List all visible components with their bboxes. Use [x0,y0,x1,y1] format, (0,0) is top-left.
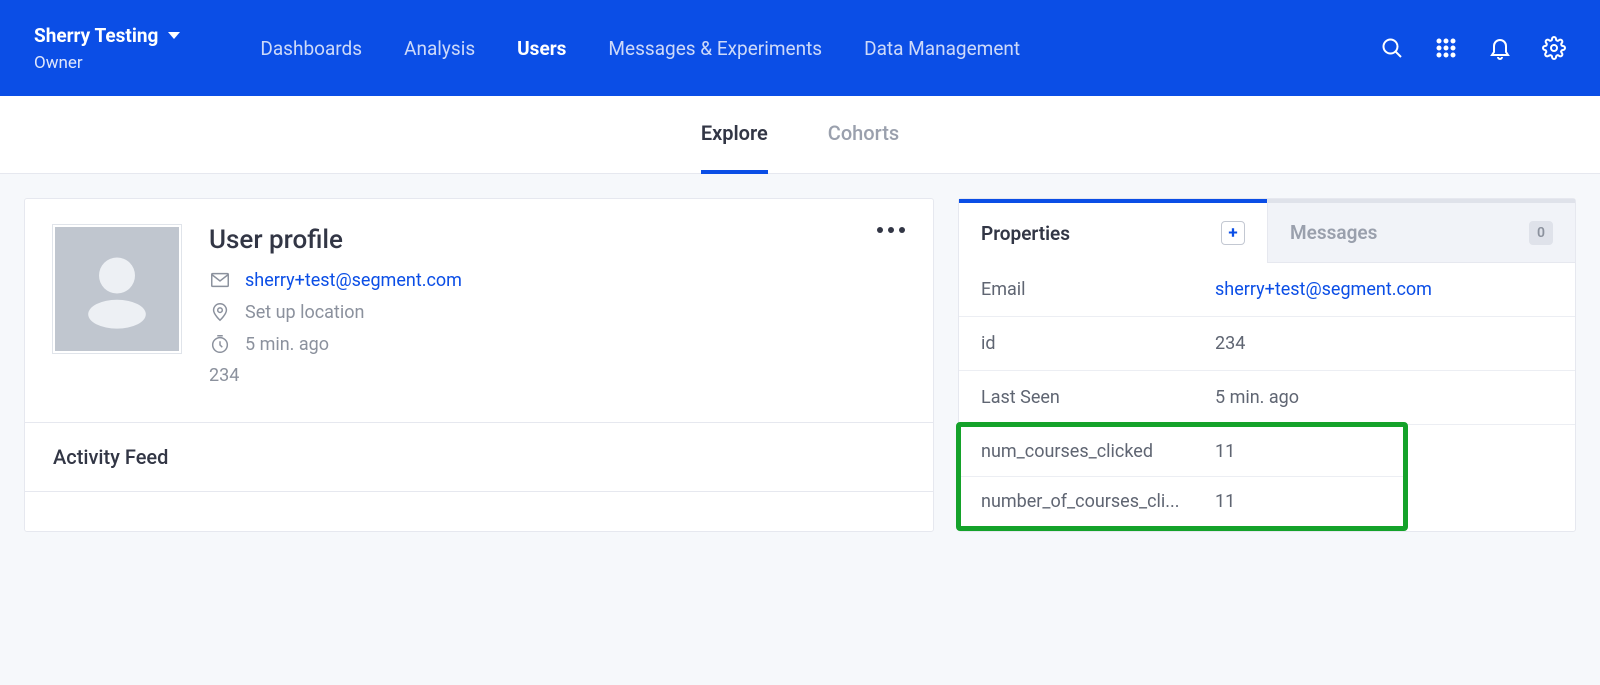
property-row: Email sherry+test@segment.com [959,263,1575,317]
property-key: number_of_courses_cli... [981,491,1215,512]
property-row: id 234 [959,317,1575,371]
nav-data-management[interactable]: Data Management [864,37,1020,60]
property-key: Email [981,279,1215,300]
profile-last-seen: 5 min. ago [245,334,329,355]
sub-tabs: Explore Cohorts [0,96,1600,174]
nav-users[interactable]: Users [517,37,566,60]
properties-panel: Properties + Messages 0 Email sherry+tes… [958,198,1576,532]
property-value: 11 [1215,441,1235,462]
panel-tab-messages[interactable]: Messages 0 [1267,199,1575,263]
caret-down-icon [168,32,180,39]
top-nav: Sherry Testing Owner Dashboards Analysis… [0,0,1600,96]
property-value[interactable]: sherry+test@segment.com [1215,279,1432,300]
nav-messages-experiments[interactable]: Messages & Experiments [608,37,822,60]
nav-dashboards[interactable]: Dashboards [260,37,362,60]
add-property-button[interactable]: + [1221,221,1245,245]
search-icon[interactable] [1380,36,1404,60]
profile-email[interactable]: sherry+test@segment.com [245,270,462,291]
location-icon [209,301,231,323]
property-value: 5 min. ago [1215,387,1299,408]
clock-icon [209,333,231,355]
profile-title: User profile [209,225,905,255]
tab-explore[interactable]: Explore [701,96,768,174]
profile-location[interactable]: Set up location [245,302,364,323]
org-name: Sherry Testing [34,24,158,47]
activity-feed-heading: Activity Feed [25,423,933,492]
property-row: Last Seen 5 min. ago [959,371,1575,425]
user-header: User profile sherry+test@segment.com Set… [25,199,933,423]
org-role: Owner [34,53,180,73]
org-switcher[interactable]: Sherry Testing Owner [34,24,180,73]
panel-tab-properties-label: Properties [981,222,1070,245]
panel-tab-properties[interactable]: Properties + [959,199,1267,263]
property-value: 234 [1215,333,1245,354]
messages-count-badge: 0 [1529,221,1553,245]
user-profile-card: User profile sherry+test@segment.com Set… [24,198,934,532]
apps-grid-icon[interactable] [1434,36,1458,60]
property-key: Last Seen [981,387,1215,408]
nav-analysis[interactable]: Analysis [404,37,475,60]
property-row: number_of_courses_cli... 11 [961,477,1403,526]
avatar [53,225,181,353]
primary-nav: Dashboards Analysis Users Messages & Exp… [260,37,1020,60]
property-key: id [981,333,1215,354]
panel-tab-messages-label: Messages [1290,221,1377,244]
gear-icon[interactable] [1542,36,1566,60]
more-menu-icon[interactable] [877,227,905,233]
property-row: num_courses_clicked 11 [961,427,1403,477]
profile-user-id: 234 [209,365,239,386]
property-key: num_courses_clicked [981,441,1215,462]
bell-icon[interactable] [1488,36,1512,60]
mail-icon [209,269,231,291]
highlighted-properties: num_courses_clicked 11 number_of_courses… [956,422,1408,531]
tab-cohorts[interactable]: Cohorts [828,96,899,174]
property-value: 11 [1215,491,1235,512]
